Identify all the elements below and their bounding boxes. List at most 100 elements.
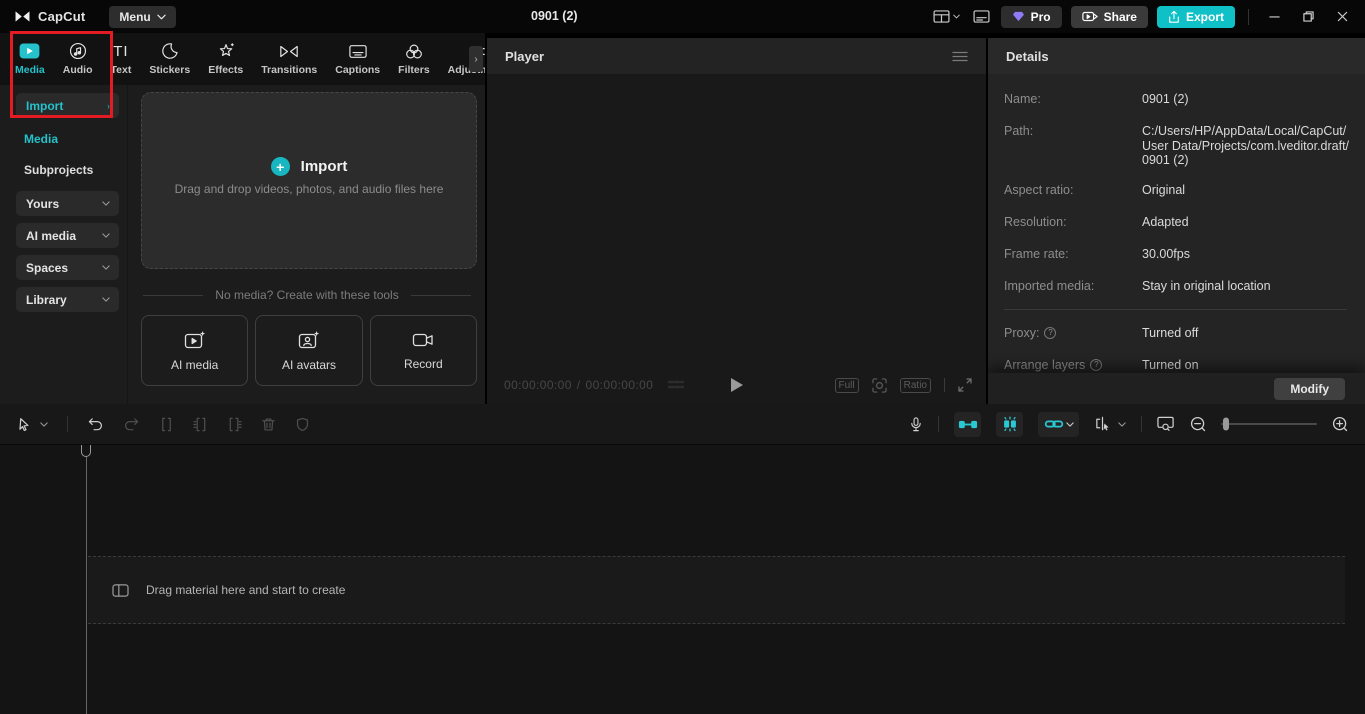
render-preview-button[interactable] — [1157, 416, 1175, 432]
preview-axis-button[interactable] — [1094, 416, 1126, 432]
titlebar-actions: Pro Share Export — [931, 0, 1355, 33]
delete-right-button[interactable] — [227, 417, 242, 432]
layout-mode-button[interactable] — [931, 8, 962, 25]
redo-button[interactable] — [123, 417, 140, 431]
toolbar-separator — [1141, 416, 1142, 432]
ai-avatars-icon — [298, 330, 320, 350]
detail-label: Imported media: — [1004, 278, 1095, 293]
player-panel: Player 00:00:00:00 / 00:00:00:00 Full Ra… — [487, 38, 986, 404]
sidebar-item-import[interactable]: Import › — [16, 93, 119, 118]
import-action[interactable]: + Import — [270, 157, 348, 176]
slider-thumb[interactable] — [1223, 417, 1229, 431]
ai-media-card[interactable]: AI media — [141, 315, 249, 386]
minimize-button[interactable] — [1262, 11, 1287, 22]
title-bar: CapCut Menu 0901 (2) Pro Share Export — [0, 0, 1365, 33]
close-button[interactable] — [1330, 11, 1355, 22]
main-track-magnet-toggle[interactable] — [954, 411, 981, 437]
player-title: Player — [505, 48, 545, 64]
tab-label: Stickers — [149, 64, 191, 76]
split-button[interactable] — [159, 417, 174, 432]
chevron-down-icon — [102, 233, 110, 238]
chevron-down-icon — [952, 14, 960, 19]
sidebar-item-subprojects[interactable]: Subprojects — [24, 162, 127, 178]
detail-value: Stay in original location — [1142, 278, 1271, 293]
playhead-line[interactable] — [86, 445, 87, 714]
play-button[interactable] — [730, 378, 743, 392]
record-card[interactable]: Record — [369, 315, 477, 386]
plus-icon: + — [270, 157, 290, 176]
empty-track-dropzone[interactable]: Drag material here and start to create — [88, 556, 1345, 624]
sidebar-item-spaces[interactable]: Spaces — [16, 255, 119, 280]
ratio-button[interactable]: Ratio — [899, 377, 931, 393]
capcut-logo: CapCut — [14, 9, 85, 24]
sidebar-item-yours[interactable]: Yours — [16, 191, 119, 216]
restore-button[interactable] — [1296, 11, 1321, 22]
details-body: Name: 0901 (2) Path: C:/Users/HP/AppData… — [988, 74, 1365, 404]
modify-button[interactable]: Modify — [1274, 377, 1345, 400]
sidebar-item-label: Spaces — [26, 260, 69, 275]
ai-avatars-card[interactable]: AI avatars — [255, 315, 363, 386]
sidebar-item-library[interactable]: Library — [16, 287, 119, 312]
help-icon[interactable]: ? — [1090, 358, 1103, 371]
zoom-fit-icon[interactable] — [871, 377, 887, 393]
undo-button[interactable] — [87, 417, 104, 431]
tab-text[interactable]: TI Text — [102, 42, 141, 77]
timeline-area[interactable]: Drag material here and start to create — [0, 445, 1365, 714]
delete-button[interactable] — [261, 417, 276, 432]
import-dropzone[interactable]: + Import Drag and drop videos, photos, a… — [141, 92, 477, 269]
timeline-zoom-slider[interactable] — [1221, 417, 1317, 431]
playhead-handle[interactable] — [81, 445, 91, 457]
help-icon[interactable]: ? — [1044, 326, 1057, 339]
export-icon — [1168, 10, 1180, 24]
zoom-out-button[interactable] — [1190, 416, 1206, 432]
tab-overflow-button[interactable]: › — [469, 46, 483, 72]
mask-shield-button[interactable] — [295, 417, 310, 432]
detail-value: Turned on — [1142, 357, 1199, 372]
detail-value: Turned off — [1142, 325, 1199, 340]
detail-row-frame-rate: Frame rate: 30.00fps — [1004, 245, 1353, 264]
tab-audio[interactable]: Audio — [54, 42, 102, 76]
zoom-in-button[interactable] — [1332, 416, 1348, 432]
tab-transitions[interactable]: Transitions — [252, 42, 326, 76]
tab-media[interactable]: Media — [6, 42, 54, 76]
full-preview-button[interactable]: Full — [834, 377, 859, 393]
app-name: CapCut — [38, 9, 86, 24]
player-header: Player — [487, 38, 986, 74]
player-controls: 00:00:00:00 / 00:00:00:00 Full Ratio — [487, 366, 986, 404]
sticker-icon — [161, 42, 179, 60]
caption-panel-button[interactable] — [971, 8, 992, 25]
tab-effects[interactable]: Effects — [199, 42, 252, 76]
delete-left-button[interactable] — [193, 417, 208, 432]
ai-media-icon — [184, 330, 206, 350]
sidebar-item-ai-media[interactable]: AI media — [16, 223, 119, 248]
tab-filters[interactable]: Filters — [389, 42, 439, 76]
export-button[interactable]: Export — [1156, 5, 1235, 28]
sidebar-item-media[interactable]: Media — [24, 131, 127, 147]
detail-label: Aspect ratio: — [1004, 182, 1074, 197]
fullscreen-icon[interactable] — [958, 378, 972, 392]
divider-line — [143, 294, 204, 296]
import-label: Import — [300, 158, 348, 175]
voiceover-mic-button[interactable] — [909, 416, 923, 433]
proxy-label: Proxy: — [1004, 325, 1040, 340]
detail-value: Adapted — [1142, 214, 1189, 229]
detail-row-imported-media: Imported media: Stay in original locatio… — [1004, 277, 1353, 296]
linking-toggle[interactable] — [1038, 411, 1079, 437]
pro-label: Pro — [1030, 9, 1051, 24]
tab-captions[interactable]: Captions — [326, 42, 389, 76]
menu-button[interactable]: Menu — [109, 5, 176, 28]
slider-track[interactable] — [1221, 423, 1317, 425]
select-tool-button[interactable] — [17, 417, 48, 432]
capcut-logo-icon — [14, 10, 31, 23]
player-menu-icon[interactable] — [952, 51, 968, 62]
chevron-expand-icon: › — [107, 100, 110, 111]
tab-stickers[interactable]: Stickers — [140, 42, 199, 76]
controls-separator — [944, 378, 945, 392]
detail-value: Original — [1142, 182, 1186, 197]
share-button[interactable]: Share — [1070, 5, 1148, 28]
chevron-down-icon — [102, 297, 110, 302]
chevron-down-icon — [40, 421, 48, 427]
pro-button[interactable]: Pro — [1000, 5, 1062, 28]
auto-snap-toggle[interactable] — [996, 411, 1023, 437]
creation-tools: AI media AI avatars Record — [141, 315, 477, 386]
